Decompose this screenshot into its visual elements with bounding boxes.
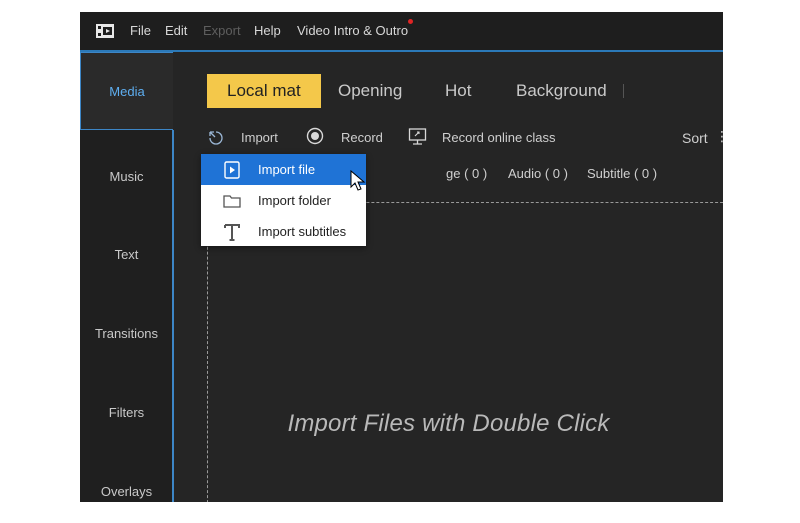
sidebar-item-media[interactable]: Media [80,52,173,130]
tab-background[interactable]: Background [516,74,607,108]
filter-image[interactable]: ge ( 0 ) [446,166,487,181]
sidebar-item-label: Filters [108,404,145,420]
app-window: File Edit Export Help Video Intro & Outr… [80,12,723,502]
play-file-icon [224,161,240,179]
tab-divider [623,84,624,98]
sidebar-item-transitions[interactable]: Transitions [80,294,173,372]
sidebar-item-label: Overlays [100,483,153,499]
sidebar-item-label: Music [109,168,144,184]
filter-subtitle[interactable]: Subtitle ( 0 ) [587,166,657,181]
menu-item-import-file[interactable]: Import file [201,154,366,185]
record-button[interactable]: Record [341,130,383,145]
menu-item-label: Import file [258,162,316,177]
mouse-cursor-icon [350,170,366,191]
folder-icon [223,195,241,208]
record-online-icon[interactable] [408,127,427,146]
drop-hint-text: Import Files with Double Click [287,410,610,437]
sidebar-item-label: Text [114,246,139,262]
import-button[interactable]: Import [241,130,278,145]
menu-help[interactable]: Help [254,23,281,38]
menu-bar: File Edit Export Help Video Intro & Outr… [80,12,723,52]
import-dropdown-menu: Import file Import folder Import subtitl… [201,154,366,246]
menu-item-import-folder[interactable]: Import folder [201,185,366,216]
menu-file[interactable]: File [130,23,151,38]
sidebar: Media Music Text Transitions Filters Ove… [80,52,173,502]
menu-item-label: Import subtitles [258,224,347,239]
sidebar-item-label: Transitions [94,325,159,341]
media-panel: Local mat Opening Hot Background Import … [174,52,723,502]
sidebar-item-overlays[interactable]: Overlays [80,452,173,502]
import-icon[interactable] [207,128,225,146]
tab-hot[interactable]: Hot [445,74,471,108]
record-icon[interactable] [306,127,324,145]
sidebar-item-filters[interactable]: Filters [80,373,173,451]
tab-opening[interactable]: Opening [338,74,402,108]
tab-local-mat[interactable]: Local mat [207,74,321,108]
film-clapper-icon[interactable] [96,24,114,38]
menu-item-label: Import folder [258,193,331,208]
sidebar-item-label: Media [109,83,145,99]
filter-audio[interactable]: Audio ( 0 ) [508,166,568,181]
menu-video-intro-outro[interactable]: Video Intro & Outro [297,23,408,38]
sidebar-item-text[interactable]: Text [80,215,173,293]
sidebar-item-music[interactable]: Music [80,137,173,215]
sort-more-icon[interactable]: ⋮ [715,128,723,145]
sort-button[interactable]: Sort [682,130,708,146]
record-online-class-button[interactable]: Record online class [442,130,555,145]
menu-item-import-subtitles[interactable]: Import subtitles [201,216,366,247]
media-drop-area[interactable] [207,202,723,502]
menu-edit[interactable]: Edit [165,23,187,38]
text-t-icon [224,224,240,241]
notification-dot [408,19,413,24]
menu-export[interactable]: Export [203,23,241,38]
